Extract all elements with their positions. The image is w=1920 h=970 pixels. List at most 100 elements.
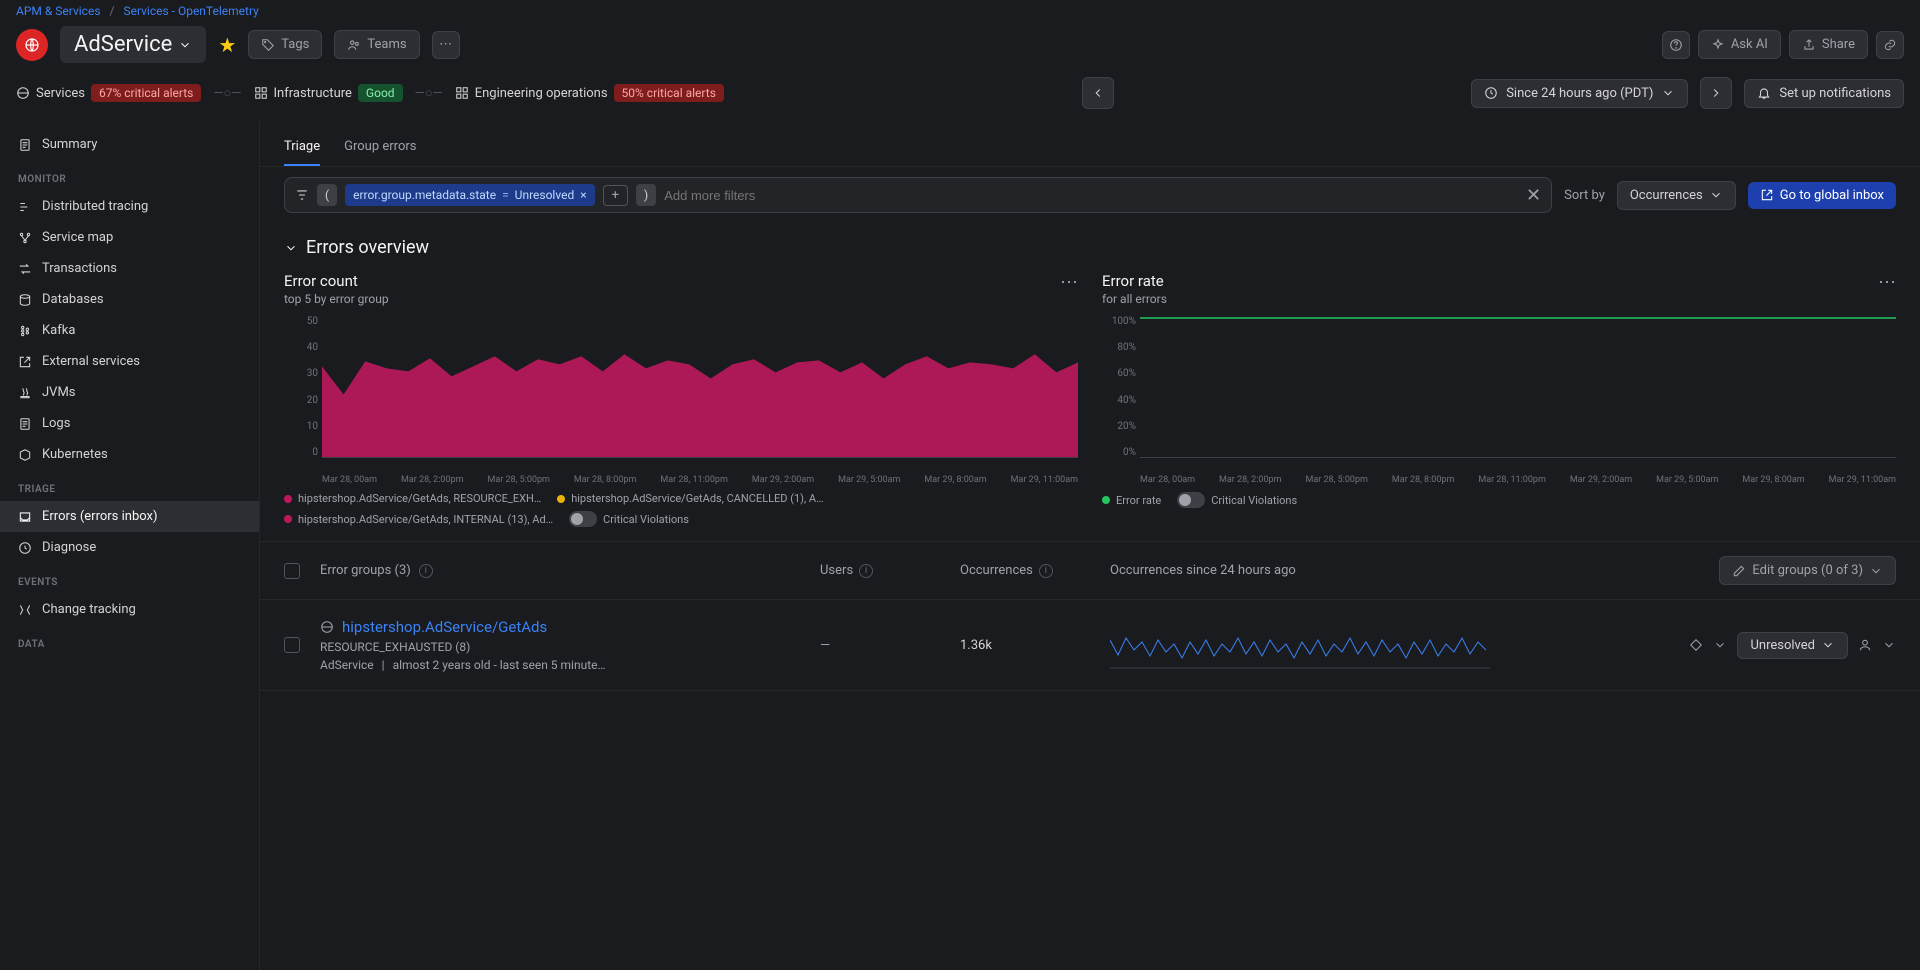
pencil-icon bbox=[1732, 564, 1746, 578]
filter-icon bbox=[295, 188, 309, 202]
globe-icon bbox=[320, 620, 334, 634]
sidebar-item-change-tracking[interactable]: Change tracking bbox=[0, 594, 259, 625]
error-group-link[interactable]: hipstershop.AdService/GetAds bbox=[320, 618, 800, 636]
help-icon bbox=[1669, 38, 1683, 52]
tab-triage[interactable]: Triage bbox=[284, 129, 320, 166]
chevron-down-icon[interactable] bbox=[1882, 638, 1896, 652]
user-icon[interactable] bbox=[1858, 638, 1872, 652]
filter-chip[interactable]: error.group.metadata.state = Unresolved … bbox=[345, 184, 595, 206]
row-service: AdService bbox=[320, 658, 374, 672]
external-icon bbox=[1760, 188, 1774, 202]
link-icon bbox=[1883, 38, 1897, 52]
sidebar-item-distributed-tracing[interactable]: Distributed tracing bbox=[0, 191, 259, 222]
sidebar-item-kubernetes[interactable]: Kubernetes bbox=[0, 439, 259, 470]
filter-input[interactable] bbox=[664, 188, 1518, 203]
chart-plot[interactable] bbox=[322, 316, 1078, 458]
sidebar-item-jvms[interactable]: JVMs bbox=[0, 377, 259, 408]
state-dropdown[interactable]: Unresolved bbox=[1737, 632, 1848, 659]
services-context[interactable]: Services 67% critical alerts bbox=[16, 84, 201, 102]
service-avatar bbox=[16, 29, 48, 61]
breadcrumb-services[interactable]: Services - OpenTelemetry bbox=[123, 4, 258, 18]
info-icon[interactable]: i bbox=[419, 564, 433, 578]
sidebar: Summary MONITOR Distributed tracing Serv… bbox=[0, 121, 260, 970]
time-prev-button[interactable] bbox=[1082, 77, 1114, 109]
go-to-global-inbox-button[interactable]: Go to global inbox bbox=[1748, 182, 1896, 209]
copy-link-button[interactable] bbox=[1876, 31, 1904, 59]
chevron-right-icon bbox=[1709, 86, 1723, 100]
document-icon bbox=[18, 138, 32, 152]
filter-paren-open: ( bbox=[317, 184, 337, 206]
tags-button[interactable]: Tags bbox=[248, 30, 322, 59]
more-menu-button[interactable]: ⋯ bbox=[432, 31, 460, 59]
col-occurrences: Occurrences bbox=[960, 563, 1033, 578]
tab-group-errors[interactable]: Group errors bbox=[344, 129, 416, 166]
critical-violations-toggle[interactable]: Critical Violations bbox=[569, 511, 689, 527]
sidebar-item-logs[interactable]: Logs bbox=[0, 408, 259, 439]
edit-groups-button[interactable]: Edit groups (0 of 3) bbox=[1719, 556, 1896, 585]
y-axis: 100%80%60%40%20%0% bbox=[1102, 316, 1136, 458]
y-axis: 50403020100 bbox=[284, 316, 318, 458]
chart-subtitle: top 5 by error group bbox=[284, 292, 389, 306]
diagnose-icon bbox=[18, 541, 32, 555]
help-button[interactable] bbox=[1662, 31, 1690, 59]
grid-icon bbox=[254, 86, 268, 100]
overview-toggle[interactable]: Errors overview bbox=[284, 237, 1896, 258]
chevron-down-icon bbox=[178, 38, 192, 52]
filter-add-chip[interactable]: + bbox=[603, 185, 628, 206]
legend-item[interactable]: Error rate bbox=[1102, 494, 1161, 507]
select-all-checkbox[interactable] bbox=[284, 563, 300, 579]
share-button[interactable]: Share bbox=[1789, 30, 1868, 59]
diamond-icon[interactable] bbox=[1689, 638, 1703, 652]
chart-menu-button[interactable]: ⋯ bbox=[1878, 272, 1896, 293]
time-next-button[interactable] bbox=[1700, 77, 1732, 109]
favorite-star[interactable]: ★ bbox=[218, 33, 236, 57]
infrastructure-context[interactable]: Infrastructure Good bbox=[254, 84, 403, 102]
errors-overview-section: Errors overview Error count top 5 by err… bbox=[260, 223, 1920, 541]
chart-menu-button[interactable]: ⋯ bbox=[1060, 272, 1078, 293]
sidebar-item-transactions[interactable]: Transactions bbox=[0, 253, 259, 284]
sidebar-item-diagnose[interactable]: Diagnose bbox=[0, 532, 259, 563]
chart-subtitle: for all errors bbox=[1102, 292, 1167, 306]
external-icon bbox=[18, 355, 32, 369]
sidebar-item-errors-inbox[interactable]: Errors (errors inbox) bbox=[0, 501, 259, 532]
engineering-context[interactable]: Engineering operations 50% critical aler… bbox=[455, 84, 724, 102]
filter-row: ( error.group.metadata.state = Unresolve… bbox=[260, 167, 1920, 223]
legend-item[interactable]: hipstershop.AdService/GetAds, RESOURCE_E… bbox=[284, 492, 541, 505]
chevron-down-icon[interactable] bbox=[1713, 638, 1727, 652]
critical-violations-toggle[interactable]: Critical Violations bbox=[1177, 492, 1297, 508]
row-users: — bbox=[820, 638, 940, 653]
row-checkbox[interactable] bbox=[284, 637, 300, 653]
teams-button[interactable]: Teams bbox=[334, 30, 419, 59]
row-sparkline[interactable] bbox=[1110, 620, 1490, 670]
table-header: Error groups (3) i Users i Occurrences i… bbox=[260, 541, 1920, 600]
close-icon[interactable]: × bbox=[580, 188, 586, 202]
breadcrumb-apm[interactable]: APM & Services bbox=[16, 4, 101, 18]
row-age: almost 2 years old - last seen 5 minute… bbox=[393, 658, 606, 672]
setup-notifications-button[interactable]: Set up notifications bbox=[1744, 79, 1904, 108]
x-axis: Mar 28, 00amMar 28, 2:00pmMar 28, 5:00pm… bbox=[322, 475, 1078, 486]
clear-filter-button[interactable]: ✕ bbox=[1526, 185, 1541, 206]
sort-dropdown[interactable]: Occurrences bbox=[1617, 181, 1736, 210]
row-occurrences: 1.36k bbox=[960, 638, 1090, 653]
legend-item[interactable]: hipstershop.AdService/GetAds, CANCELLED … bbox=[557, 492, 823, 505]
info-icon[interactable]: i bbox=[859, 564, 873, 578]
sidebar-item-external-services[interactable]: External services bbox=[0, 346, 259, 377]
jvm-icon bbox=[18, 386, 32, 400]
sidebar-item-service-map[interactable]: Service map bbox=[0, 222, 259, 253]
service-name-dropdown[interactable]: AdService bbox=[60, 26, 206, 63]
chart-plot[interactable] bbox=[1140, 316, 1896, 458]
sidebar-item-databases[interactable]: Databases bbox=[0, 284, 259, 315]
sparkle-icon bbox=[1711, 38, 1725, 52]
col-error-groups: Error groups (3) bbox=[320, 563, 411, 578]
info-icon[interactable]: i bbox=[1039, 564, 1053, 578]
kafka-icon bbox=[18, 324, 32, 338]
dots-icon: ⋯ bbox=[439, 37, 452, 52]
share-icon bbox=[1802, 38, 1816, 52]
ask-ai-button[interactable]: Ask AI bbox=[1698, 30, 1781, 59]
time-range-picker[interactable]: Since 24 hours ago (PDT) bbox=[1471, 79, 1688, 108]
legend-item[interactable]: hipstershop.AdService/GetAds, INTERNAL (… bbox=[284, 513, 553, 526]
sidebar-item-summary[interactable]: Summary bbox=[0, 129, 259, 160]
filter-box[interactable]: ( error.group.metadata.state = Unresolve… bbox=[284, 177, 1552, 213]
sidebar-item-kafka[interactable]: Kafka bbox=[0, 315, 259, 346]
error-count-chart: Error count top 5 by error group ⋯ 50403… bbox=[284, 272, 1078, 527]
